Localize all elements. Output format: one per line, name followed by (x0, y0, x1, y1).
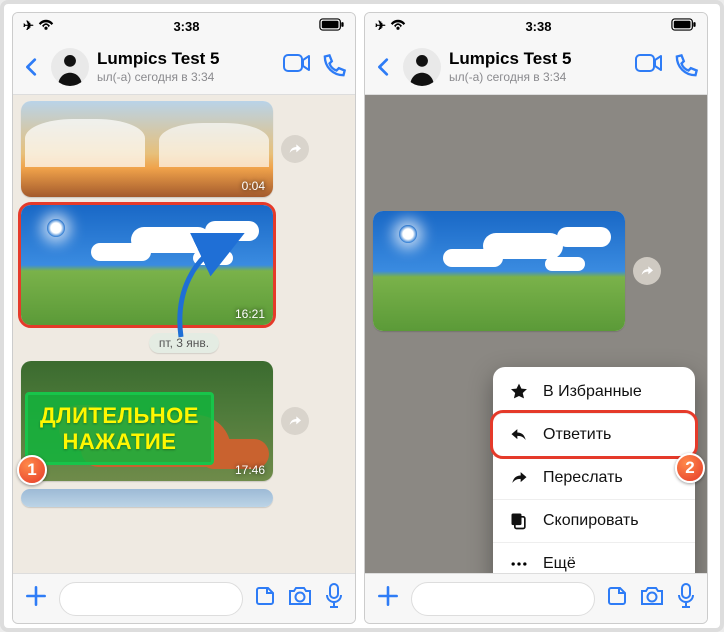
status-time: 3:38 (173, 19, 199, 34)
video-call-button[interactable] (635, 53, 663, 81)
message-image-selected[interactable] (373, 211, 625, 331)
chat-subtitle: ыл(-а) сегодня в 3:34 (449, 70, 627, 84)
chat-body: В Избранные Ответить Переслать Скопирова… (365, 95, 707, 573)
phone-right: ✈︎ 3:38 Lumpics Test 5 ыл(-а) сегод (364, 12, 708, 624)
step-badge-1: 1 (17, 455, 47, 485)
timestamp: 0:04 (242, 179, 265, 193)
context-menu: В Избранные Ответить Переслать Скопирова… (493, 367, 695, 573)
forward-icon[interactable] (633, 257, 661, 285)
avatar[interactable] (403, 48, 441, 86)
message-image-1[interactable]: 0:04 (21, 101, 273, 197)
menu-favorite[interactable]: В Избранные (493, 371, 695, 413)
back-button[interactable] (373, 56, 395, 78)
menu-forward[interactable]: Переслать (493, 456, 695, 499)
input-bar (365, 573, 707, 623)
video-call-button[interactable] (283, 53, 311, 81)
annotation-label: ДЛИТЕЛЬНОЕ НАЖАТИЕ (25, 392, 214, 465)
timestamp: 17:46 (235, 463, 265, 477)
sticker-button[interactable] (605, 584, 629, 613)
avatar[interactable] (51, 48, 89, 86)
camera-button[interactable] (287, 584, 313, 613)
step-badge-2: 2 (675, 453, 705, 483)
message-input[interactable] (411, 582, 595, 616)
attach-button[interactable] (375, 583, 401, 614)
back-button[interactable] (21, 56, 43, 78)
chat-header: Lumpics Test 5 ыл(-а) сегодня в 3:34 (13, 39, 355, 95)
wifi-icon (38, 18, 54, 35)
status-bar: ✈︎ 3:38 (13, 13, 355, 39)
mic-button[interactable] (675, 583, 697, 614)
status-time: 3:38 (525, 19, 551, 34)
menu-more[interactable]: Ещё (493, 542, 695, 573)
battery-icon (671, 18, 697, 34)
airplane-icon: ✈︎ (375, 18, 386, 34)
forward-icon[interactable] (281, 135, 309, 163)
mic-button[interactable] (323, 583, 345, 614)
menu-reply[interactable]: Ответить (493, 413, 695, 456)
attach-button[interactable] (23, 583, 49, 614)
message-input[interactable] (59, 582, 243, 616)
menu-copy[interactable]: Скопировать (493, 499, 695, 542)
sticker-button[interactable] (253, 584, 277, 613)
voice-call-button[interactable] (319, 53, 347, 81)
annotation-arrow (163, 233, 253, 343)
phone-left: ✈︎ 3:38 Lumpics Test 5 ыл(-а) сегод (12, 12, 356, 624)
voice-call-button[interactable] (671, 53, 699, 81)
message-image-4-peek[interactable] (21, 489, 273, 507)
battery-icon (319, 18, 345, 34)
camera-button[interactable] (639, 584, 665, 613)
forward-icon[interactable] (281, 407, 309, 435)
wifi-icon (390, 18, 406, 35)
chat-header: Lumpics Test 5 ыл(-а) сегодня в 3:34 (365, 39, 707, 95)
chat-title[interactable]: Lumpics Test 5 (97, 49, 275, 69)
chat-title[interactable]: Lumpics Test 5 (449, 49, 627, 69)
input-bar (13, 573, 355, 623)
status-bar: ✈︎ 3:38 (365, 13, 707, 39)
airplane-icon: ✈︎ (23, 18, 34, 34)
chat-body[interactable]: 0:04 16:21 пт, 3 янв. 17:46 (13, 95, 355, 573)
chat-subtitle: ыл(-а) сегодня в 3:34 (97, 70, 275, 84)
